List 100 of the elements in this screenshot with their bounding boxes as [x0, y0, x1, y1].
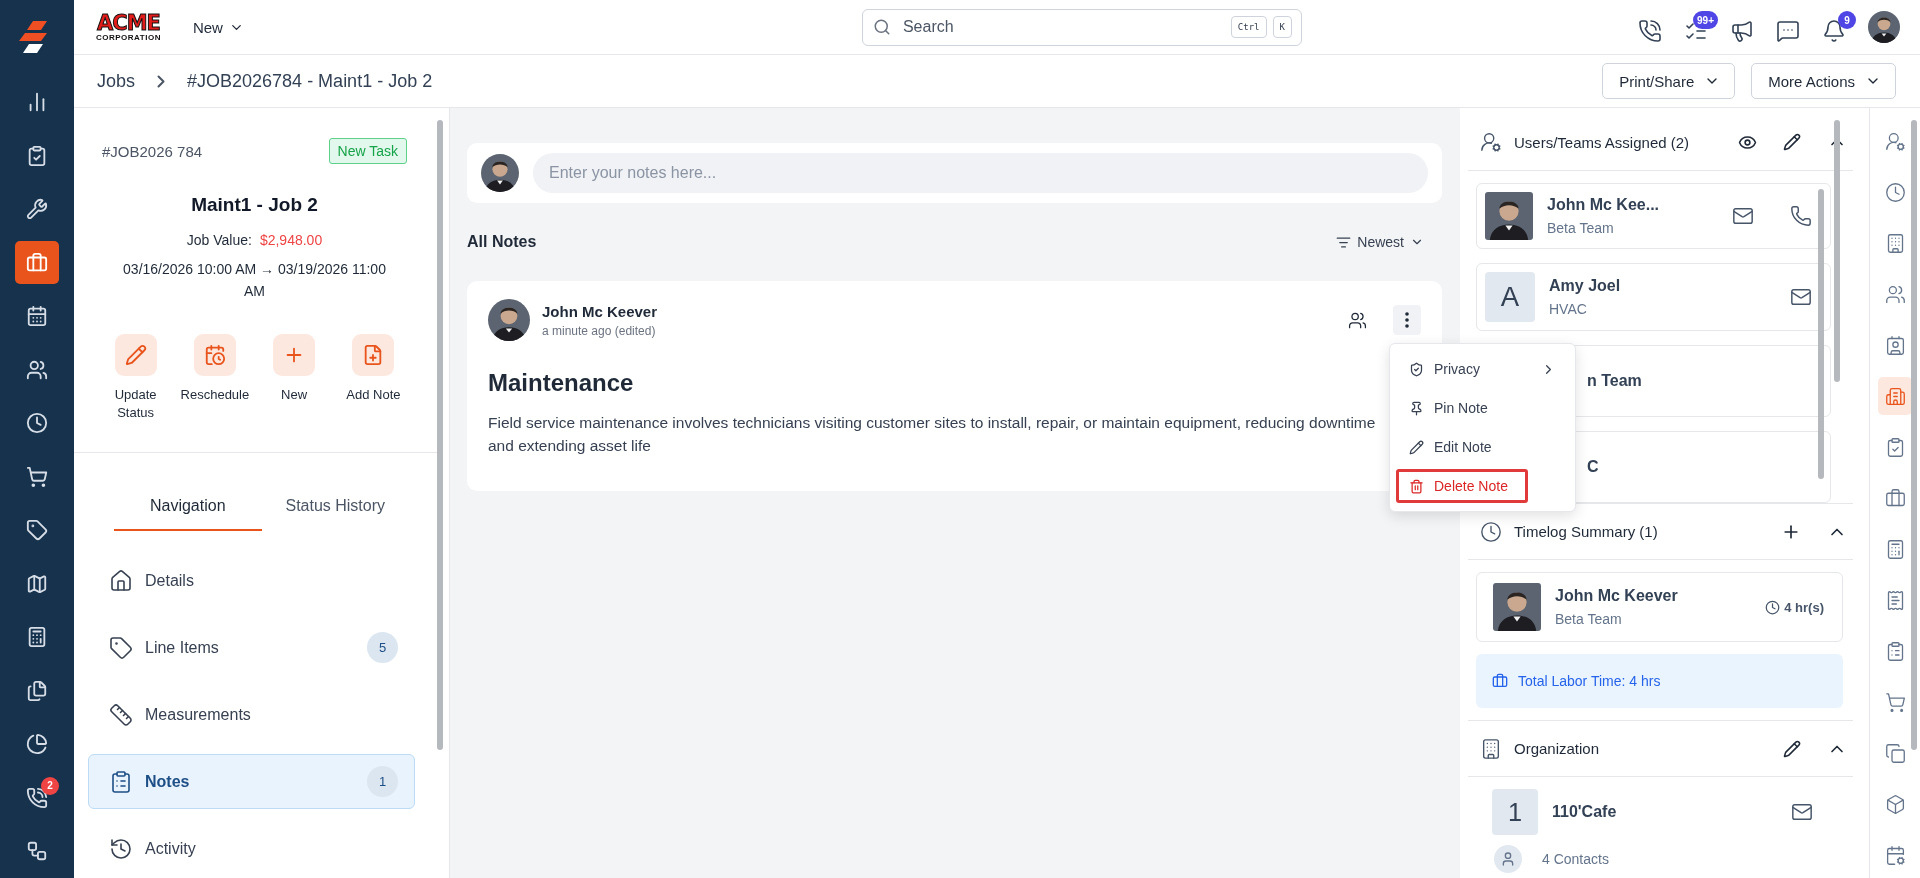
new-menu-button[interactable]: New [186, 17, 250, 37]
tag-icon [26, 519, 48, 542]
chat-icon [1776, 19, 1800, 43]
scrollbar[interactable] [1834, 120, 1840, 382]
count-badge: 1 [367, 766, 398, 797]
action-icon [273, 334, 316, 376]
note-body: Field service maintenance involves technicians visiting customer sites to install, repair, or maintain equipment, reducing downtime and extending asset life [488, 413, 1377, 456]
phone-icon [1638, 19, 1662, 43]
dropdown-button[interactable]: More Actions [1751, 63, 1896, 99]
mail-icon[interactable] [1732, 205, 1754, 227]
sidebar-item[interactable]: 2 [15, 776, 59, 820]
nav-item[interactable]: Notes 1 [88, 754, 415, 809]
nav-item[interactable]: Line Items 5 [88, 620, 415, 675]
shield-icon [1409, 361, 1424, 377]
count-badge: 99+ [1693, 11, 1718, 29]
member-name: C [1587, 458, 1599, 476]
phone-icon [26, 786, 48, 809]
clipboard-check-icon [26, 144, 48, 167]
more-options-button[interactable] [1393, 305, 1421, 335]
total-labor-time: Total Labor Time: 4 hrs [1476, 654, 1843, 708]
user-icon [1480, 131, 1502, 153]
nav-label: Notes [145, 772, 191, 791]
pie-chart-icon [26, 733, 48, 756]
sort-button[interactable]: Newest [1330, 233, 1430, 251]
member-name: John Mc Kee... [1547, 196, 1661, 214]
job-number: #JOB2026 784 [102, 142, 203, 160]
status-badge: New Task [328, 138, 407, 164]
tab[interactable]: Navigation [114, 497, 262, 531]
note-time: a minute ago (edited) [542, 323, 657, 338]
clipboard-icon [109, 769, 133, 794]
member-name: Amy Joel [1549, 277, 1622, 295]
mail-icon[interactable] [1791, 801, 1813, 823]
bell-icon [1822, 19, 1846, 43]
pin-icon [1409, 400, 1424, 416]
users-icon [1347, 310, 1367, 330]
rail-item[interactable] [1878, 377, 1912, 415]
cart-icon [26, 465, 48, 488]
kebab-icon [1405, 312, 1409, 328]
edit-icon[interactable] [1783, 133, 1801, 151]
ruler-icon [109, 702, 133, 727]
workflow-icon [26, 840, 48, 863]
nav-item[interactable]: Measurements [88, 687, 415, 742]
organization-name: 110'Cafe [1552, 803, 1618, 821]
phone-icon[interactable] [1790, 205, 1812, 227]
scrollbar[interactable] [1911, 120, 1917, 750]
wrench-icon [26, 198, 48, 221]
action-icon [114, 334, 157, 376]
note-input[interactable]: Enter your notes here... [533, 153, 1428, 193]
sort-icon [1336, 234, 1352, 250]
nav-item[interactable]: Details [88, 553, 415, 608]
briefcase-icon [1884, 487, 1906, 509]
box-icon [1884, 793, 1906, 815]
avatar [1868, 11, 1900, 43]
megaphone-icon [1730, 19, 1754, 43]
breadcrumb-link[interactable]: Jobs [97, 70, 136, 92]
users-icon [1884, 283, 1906, 305]
job-value-label: Job Value: [186, 232, 252, 248]
menu-item[interactable]: Privacy [1396, 352, 1569, 386]
page-title: #JOB2026784 - Maint1 - Job 2 [187, 70, 433, 92]
menu-item[interactable]: Pin Note [1396, 391, 1569, 425]
history-icon [109, 836, 133, 861]
calendar-icon [1884, 844, 1906, 866]
mail-icon[interactable] [1790, 286, 1812, 308]
new-button[interactable]: New [254, 334, 334, 422]
nav-label: Line Items [145, 638, 220, 657]
dropdown-button[interactable]: Print/Share [1602, 63, 1736, 99]
hours-label: 4 hr(s) [1765, 599, 1824, 615]
reschedule-button[interactable]: Reschedule [175, 334, 255, 422]
menu-item[interactable]: Delete Note [1396, 469, 1528, 503]
job-dates: 03/16/2026 10:00 AM → 03/19/2026 11:00 AM [122, 260, 387, 301]
update-status-button[interactable]: Update Status [96, 334, 176, 422]
avatar [1493, 583, 1541, 631]
nav-item[interactable]: Activity [88, 821, 415, 876]
chevron-right-icon [157, 74, 166, 88]
avatar-initial: 1 [1492, 789, 1538, 835]
header-button[interactable]: 99+ [1684, 11, 1718, 43]
nav-label: Details [145, 571, 195, 590]
header-button[interactable]: 9 [1822, 11, 1856, 43]
pencil-icon [1409, 439, 1424, 455]
calendar-icon [26, 305, 48, 328]
menu-item[interactable]: Edit Note [1396, 430, 1569, 464]
scrollbar[interactable] [1818, 189, 1824, 479]
member-team: HVAC [1549, 301, 1588, 317]
avatar-initial: A [1485, 272, 1535, 322]
calculator-icon [26, 626, 48, 649]
scrollbar[interactable] [437, 120, 443, 750]
copy-icon [1884, 742, 1906, 764]
nav-label: Measurements [145, 705, 252, 724]
tab[interactable]: Status History [261, 497, 409, 531]
section-title: Users/Teams Assigned (2) [1514, 133, 1691, 151]
map-icon [26, 572, 48, 595]
action-icon [352, 334, 395, 376]
note-title: Maintenance [488, 369, 634, 397]
job-value: $2,948.00 [259, 232, 323, 248]
add-note-button[interactable]: Add Note [333, 334, 413, 422]
briefcase-icon [26, 251, 48, 274]
edit-icon[interactable] [1783, 739, 1801, 758]
clock-icon [1884, 181, 1906, 203]
job-title: Maint1 - Job 2 [191, 194, 318, 216]
note-author: John Mc Keever [542, 302, 659, 320]
